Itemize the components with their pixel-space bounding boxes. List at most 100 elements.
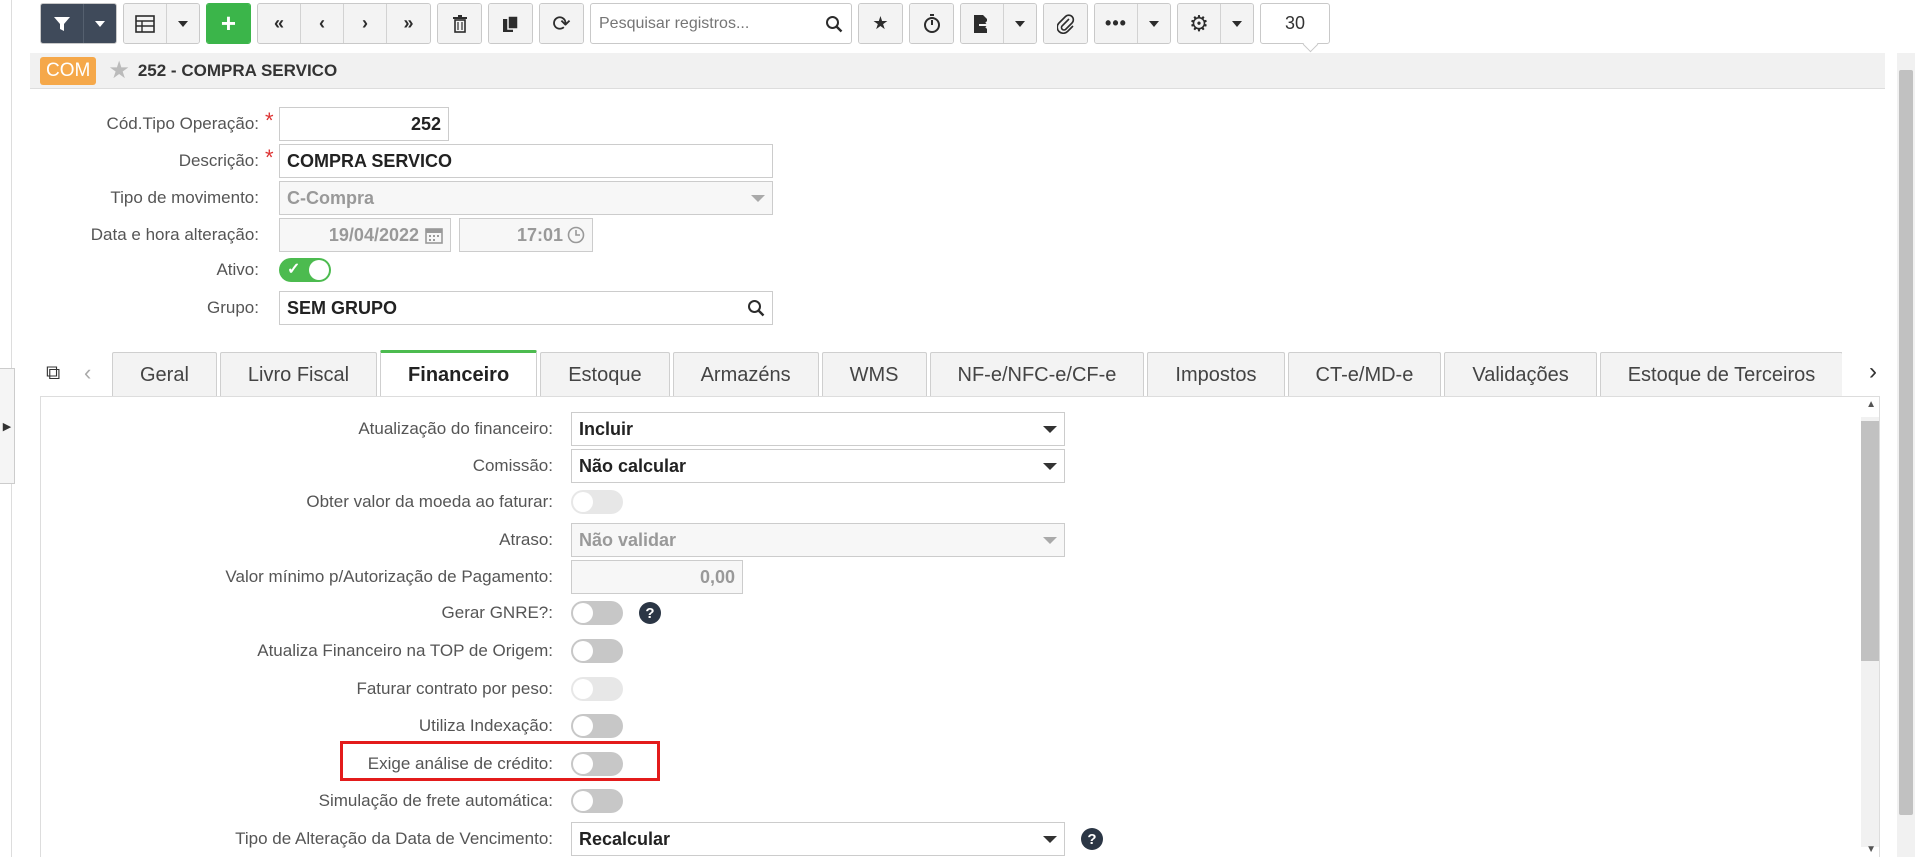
utiliza-indexacao-toggle[interactable] bbox=[571, 714, 623, 738]
tab-livro-fiscal[interactable]: Livro Fiscal bbox=[219, 352, 378, 396]
tabs-area: ⧉ ‹ Geral Livro Fiscal Financeiro Estoqu… bbox=[40, 350, 1885, 396]
double-chevron-left-icon: « bbox=[273, 13, 284, 33]
chevron-down-icon bbox=[751, 194, 765, 202]
panel-scrollbar-thumb[interactable] bbox=[1861, 421, 1879, 661]
last-record-button[interactable]: » bbox=[387, 4, 430, 43]
tipo-alteracao-select[interactable]: Recalcular bbox=[571, 822, 1065, 856]
duplicate-button[interactable] bbox=[489, 4, 532, 43]
search-input[interactable] bbox=[599, 14, 825, 33]
gear-icon: ⚙ bbox=[1189, 10, 1209, 36]
refresh-button[interactable]: ⟳ bbox=[540, 4, 583, 43]
row-utiliza-indexacao: Utiliza Indexação: bbox=[41, 714, 623, 738]
row-simulacao-frete: Simulação de frete automática: bbox=[41, 789, 623, 813]
tab-nfe[interactable]: NF-e/NFC-e/CF-e bbox=[929, 352, 1145, 396]
tab-geral[interactable]: Geral bbox=[112, 352, 217, 396]
previous-record-button[interactable]: ‹ bbox=[301, 4, 344, 43]
financeiro-panel: ▲ ▼ Atualização do financeiro: Incluir C… bbox=[40, 396, 1880, 857]
search-icon[interactable] bbox=[825, 15, 843, 33]
tab-financeiro[interactable]: Financeiro bbox=[380, 350, 538, 396]
timer-button[interactable] bbox=[910, 4, 953, 43]
cod-tipo-field[interactable]: 252 bbox=[279, 107, 449, 141]
row-faturar-peso: Faturar contrato por peso: bbox=[41, 677, 623, 701]
search-icon[interactable] bbox=[747, 299, 765, 317]
tab-estoque[interactable]: Estoque bbox=[540, 352, 670, 396]
grupo-field[interactable]: SEM GRUPO bbox=[279, 291, 773, 325]
scroll-up-icon[interactable]: ▲ bbox=[1866, 399, 1876, 410]
tab-validacoes[interactable]: Validações bbox=[1444, 352, 1597, 396]
tab-scroll-left-icon[interactable]: ‹ bbox=[84, 360, 91, 386]
chevron-down-icon bbox=[95, 20, 105, 27]
double-chevron-right-icon: » bbox=[403, 13, 414, 33]
more-actions-button[interactable]: ••• bbox=[1095, 4, 1138, 43]
filter-icon bbox=[54, 16, 70, 31]
tab-cte[interactable]: CT-e/MD-e bbox=[1287, 352, 1442, 396]
data-alteracao-value: 19/04/2022 bbox=[328, 224, 419, 245]
filter-menu-button[interactable] bbox=[84, 4, 116, 43]
stopwatch-icon bbox=[923, 13, 940, 33]
export-button[interactable] bbox=[961, 4, 1004, 43]
required-marker: * bbox=[265, 145, 274, 170]
add-group: + bbox=[206, 3, 251, 44]
scroll-down-icon[interactable]: ▼ bbox=[1866, 844, 1876, 855]
tab-wms[interactable]: WMS bbox=[821, 352, 927, 396]
row-obter-moeda: Obter valor da moeda ao faturar: bbox=[41, 490, 623, 514]
required-marker: * bbox=[265, 108, 274, 133]
chevron-down-icon bbox=[178, 20, 188, 27]
simulacao-frete-toggle[interactable] bbox=[571, 789, 623, 813]
attachment-button[interactable] bbox=[1044, 4, 1087, 43]
row-atraso: Atraso: Não validar bbox=[41, 523, 1065, 557]
tab-estoque-terceiros[interactable]: Estoque de Terceiros bbox=[1599, 352, 1842, 396]
valor-minimo-field: 0,00 bbox=[571, 560, 743, 594]
atualizacao-select[interactable]: Incluir bbox=[571, 412, 1065, 446]
atualiza-fin-top-toggle[interactable] bbox=[571, 639, 623, 663]
filter-group bbox=[40, 3, 117, 44]
attachment-group bbox=[1043, 3, 1088, 44]
gerar-gnre-label: Gerar GNRE?: bbox=[441, 603, 553, 622]
row-atualiza-fin-top: Atualiza Financeiro na TOP de Origem: bbox=[41, 639, 623, 663]
window-scrollbar-thumb[interactable] bbox=[1899, 70, 1913, 815]
duplicate-group bbox=[488, 3, 533, 44]
favorite-star-icon[interactable]: ★ bbox=[108, 56, 130, 85]
next-record-button[interactable]: › bbox=[344, 4, 387, 43]
gerar-gnre-toggle[interactable] bbox=[571, 601, 623, 625]
form-row-cod-tipo: Cód.Tipo Operação: * 252 bbox=[0, 107, 449, 141]
filter-button[interactable] bbox=[41, 4, 84, 43]
tab-impostos[interactable]: Impostos bbox=[1147, 352, 1285, 396]
page-size-input[interactable]: 30 bbox=[1260, 3, 1330, 44]
tipo-movimento-label: Tipo de movimento: bbox=[110, 188, 259, 207]
settings-button[interactable]: ⚙ bbox=[1178, 4, 1221, 43]
form-row-grupo: Grupo: SEM GRUPO bbox=[0, 291, 773, 325]
hora-alteracao-value: 17:01 bbox=[516, 224, 563, 245]
refresh-icon: ⟳ bbox=[552, 10, 571, 36]
question-circle-icon[interactable]: ? bbox=[1081, 828, 1103, 850]
more-menu-button[interactable] bbox=[1138, 4, 1170, 43]
favorite-button[interactable]: ★ bbox=[859, 4, 902, 43]
simulacao-frete-label: Simulação de frete automática: bbox=[318, 791, 553, 810]
question-circle-icon[interactable]: ? bbox=[639, 602, 661, 624]
first-record-button[interactable]: « bbox=[258, 4, 301, 43]
tab-armazens[interactable]: Armazéns bbox=[672, 352, 819, 396]
ativo-toggle[interactable]: ✓ bbox=[279, 258, 331, 282]
descricao-field[interactable]: COMPRA SERVICO bbox=[279, 144, 773, 178]
export-menu-button[interactable] bbox=[1004, 4, 1036, 43]
record-type-badge: COM bbox=[40, 56, 97, 85]
chevron-right-icon: › bbox=[362, 13, 368, 33]
settings-menu-button[interactable] bbox=[1221, 4, 1253, 43]
tab-scroll-right-icon[interactable]: › bbox=[1869, 358, 1877, 386]
grupo-label: Grupo: bbox=[207, 298, 259, 317]
form-row-data-hora: Data e hora alteração: 19/04/2022 17:01 bbox=[0, 218, 593, 252]
grid-view-button[interactable] bbox=[124, 4, 167, 43]
trash-icon bbox=[452, 14, 467, 33]
delete-button[interactable] bbox=[438, 4, 481, 43]
search-box bbox=[590, 3, 852, 44]
copy-window-icon[interactable]: ⧉ bbox=[46, 362, 60, 385]
comissao-select[interactable]: Não calcular bbox=[571, 449, 1065, 483]
add-record-button[interactable]: + bbox=[207, 4, 250, 43]
grid-menu-button[interactable] bbox=[167, 4, 199, 43]
sidebar-expand-handle[interactable]: ▶ bbox=[0, 368, 15, 484]
highlight-box bbox=[340, 741, 660, 781]
row-valor-minimo: Valor mínimo p/Autorização de Pagamento:… bbox=[41, 560, 743, 594]
chevron-left-icon: ‹ bbox=[319, 13, 325, 33]
file-export-icon bbox=[974, 14, 991, 33]
check-icon: ✓ bbox=[287, 261, 301, 278]
